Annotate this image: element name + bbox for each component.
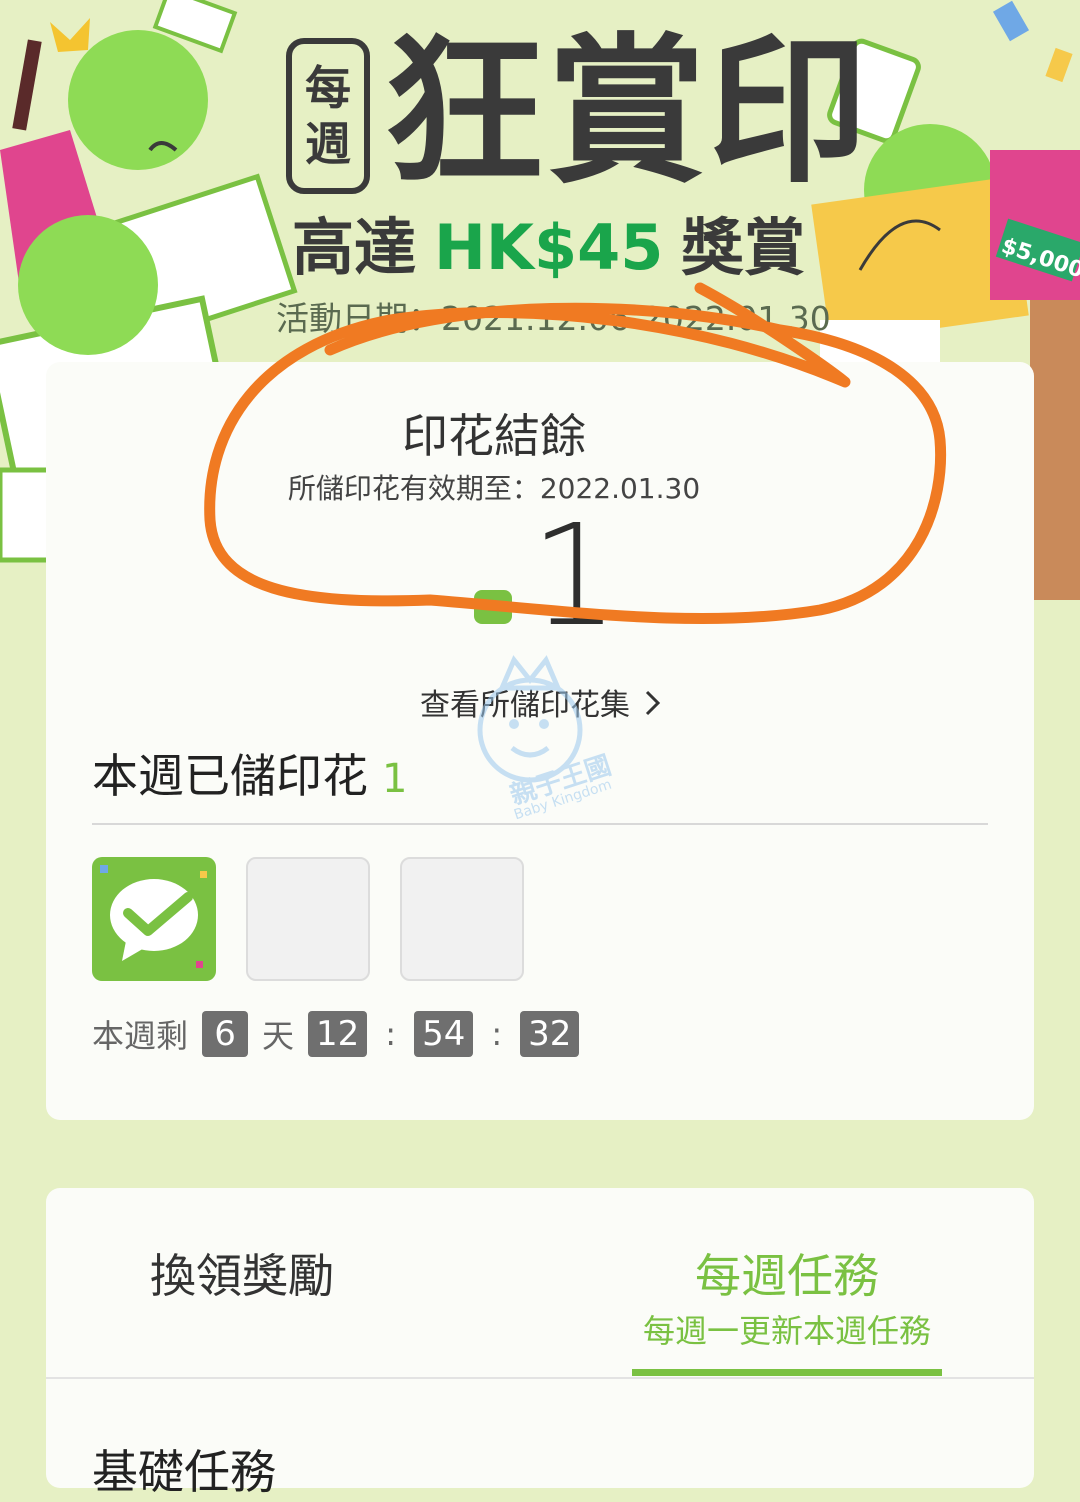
stamp-validity: 所儲印花有效期至：2022.01.30 <box>287 472 701 505</box>
reward-amount: HK$45 <box>434 211 664 284</box>
reward-headline: 高達 HK$45 獎賞 <box>292 210 805 286</box>
tab-redeem-rewards[interactable]: 換領獎勵 <box>150 1240 334 1306</box>
weekly-stamps-heading: 本週已儲印花 1 <box>92 740 407 806</box>
weekly-stamps-label: 本週已儲印花 <box>92 749 368 803</box>
countdown-minutes: 54 <box>414 1011 474 1057</box>
weekly-logo: 每 週 <box>286 38 370 194</box>
stamp-balance-count: 1 <box>530 495 620 658</box>
countdown-days: 6 <box>202 1011 249 1057</box>
logo-top-char: 每 <box>305 61 351 115</box>
chevron-right-icon <box>644 689 662 725</box>
event-date: 活動日期：2021.12.06-2022.01.30 <box>276 299 831 338</box>
countdown-days-unit: 天 <box>262 1017 295 1055</box>
balance-title: 印花結餘 <box>402 409 586 463</box>
campaign-title: 狂賞印 <box>384 18 871 205</box>
logo-bottom-char: 週 <box>305 117 351 171</box>
tab-weekly-tasks-subtitle: 每週一更新本週任務 <box>642 1312 931 1350</box>
countdown-separator: : <box>385 1015 397 1053</box>
stamp-slot-empty <box>246 857 370 981</box>
countdown-seconds: 32 <box>520 1011 580 1057</box>
stamp-icon <box>474 590 512 624</box>
countdown-prefix: 本週剩 <box>92 1017 189 1055</box>
weekly-stamps-count: 1 <box>382 756 408 802</box>
active-tab-indicator <box>632 1369 942 1376</box>
reward-suffix: 獎賞 <box>681 211 806 284</box>
divider <box>46 1377 1034 1379</box>
countdown-hours: 12 <box>308 1011 368 1057</box>
stamp-slot-filled <box>92 857 216 981</box>
countdown-separator: : <box>491 1015 503 1053</box>
basic-tasks-heading: 基礎任務 <box>92 1445 276 1499</box>
tab-weekly-tasks[interactable]: 每週任務 <box>632 1240 942 1306</box>
stamp-slot-empty <box>400 857 524 981</box>
week-countdown: 本週剩 6 天 12 : 54 : 32 <box>92 1010 593 1058</box>
reward-prefix: 高達 <box>292 211 417 284</box>
check-bubble-icon <box>100 865 207 968</box>
watermark: 親子王國 Baby Kingdom <box>472 640 615 834</box>
